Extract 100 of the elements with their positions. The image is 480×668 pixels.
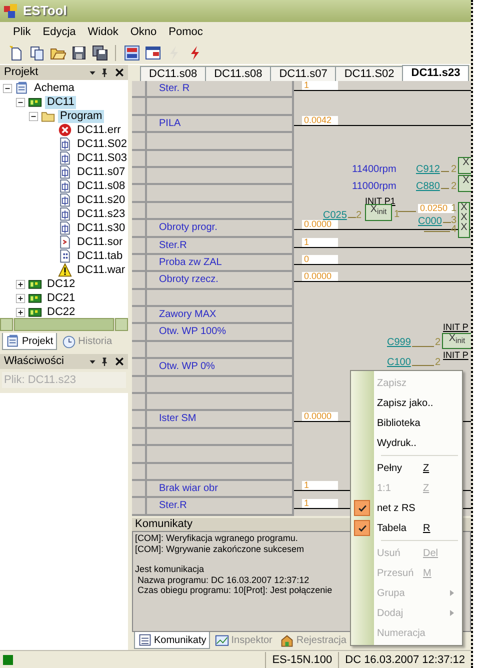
collapse-icon[interactable] xyxy=(3,84,12,92)
wire xyxy=(441,188,449,189)
value-box: 1 xyxy=(302,238,338,247)
controller-icon xyxy=(28,95,42,109)
signal-label: Ster.R xyxy=(158,238,187,253)
tree-item[interactable]: DC11.tab xyxy=(75,250,125,262)
message-line: Jest komunikacja xyxy=(135,564,204,574)
constant-label: C999 xyxy=(387,337,411,348)
collapse-icon[interactable] xyxy=(16,98,25,106)
menu-item[interactable]: net z RS xyxy=(351,498,462,518)
wire xyxy=(348,217,356,218)
menu-item[interactable]: Pomoc xyxy=(164,22,208,42)
list-icon xyxy=(138,633,152,647)
menu-item[interactable]: Wydruk.. xyxy=(351,433,462,453)
tree-item[interactable]: DC11.war xyxy=(75,264,128,276)
tree-item[interactable]: DC11.s08 xyxy=(75,180,128,192)
editor-tab[interactable]: DC11.s23 xyxy=(402,65,470,81)
new-document-icon[interactable] xyxy=(8,45,24,61)
value-box: 1 xyxy=(302,481,338,490)
pin-icon[interactable] xyxy=(100,68,109,77)
signal-label: Obroty rzecz. xyxy=(158,273,218,288)
rpm-label: 11400rpm xyxy=(352,164,396,175)
tree-item[interactable]: DC11.err xyxy=(75,124,123,136)
editor-tab[interactable]: DC11.s07 xyxy=(270,66,336,81)
value-box: 0 xyxy=(302,255,338,264)
menu-item[interactable]: Biblioteka xyxy=(351,413,462,433)
horizontal-scrollbar[interactable] xyxy=(0,318,128,331)
signal-label: Brak wiar obr xyxy=(158,482,218,496)
controller-icon xyxy=(28,277,42,291)
signal-label: Ister SM xyxy=(158,412,196,426)
message-line: [COM]: Weryfikacja wgranego programu. xyxy=(135,533,298,544)
value-box: 1 xyxy=(302,498,338,508)
tree-item[interactable]: DC11 xyxy=(45,96,76,108)
save-icon[interactable] xyxy=(70,45,86,61)
signal-label: Ster.R xyxy=(158,499,187,514)
tree-item[interactable]: DC11.s23 xyxy=(75,208,128,220)
pin-number: 2 xyxy=(356,210,362,221)
document-icon xyxy=(58,193,72,207)
tree-item[interactable]: DC22 xyxy=(45,306,78,318)
tree-item[interactable]: Program xyxy=(58,110,104,122)
expand-icon[interactable] xyxy=(16,308,25,316)
folder-icon xyxy=(41,109,55,123)
tree-item[interactable]: DC11.S03 xyxy=(75,152,128,164)
close-icon[interactable] xyxy=(115,357,124,366)
tree-item[interactable]: DC21 xyxy=(45,292,78,304)
menu-item[interactable]: Plik xyxy=(8,22,36,42)
function-block[interactable]: X X X xyxy=(458,202,470,238)
close-icon[interactable] xyxy=(115,68,124,77)
menu-item[interactable]: Widok xyxy=(82,22,124,42)
constant-label: C100 xyxy=(387,357,411,368)
tree-item[interactable]: DC12 xyxy=(45,278,78,290)
save-all-icon[interactable] xyxy=(92,45,108,61)
function-block[interactable]: X$_{init}$ xyxy=(365,204,392,221)
function-block[interactable]: X xyxy=(458,175,471,192)
function-block[interactable]: X$_{init}$ xyxy=(442,333,471,349)
panel-tab[interactable]: Projekt xyxy=(2,333,58,350)
expand-icon[interactable] xyxy=(16,280,25,288)
constant-label: C912 xyxy=(416,164,440,175)
constant-label: C025 xyxy=(323,210,347,221)
document-icon xyxy=(58,249,72,263)
check-icon xyxy=(358,504,366,512)
block-title: INIT P xyxy=(443,322,468,333)
warning-icon xyxy=(58,263,72,277)
tree-item[interactable]: DC11.sor xyxy=(75,236,125,248)
document-icon xyxy=(58,165,72,179)
window-title: ESTool xyxy=(23,2,67,20)
document-icon xyxy=(58,151,72,165)
tree-item[interactable]: DC11.s30 xyxy=(75,222,128,234)
app-icon xyxy=(3,3,19,19)
menu-item[interactable]: Okno xyxy=(125,22,162,42)
editor-tab[interactable]: DC11.s08 xyxy=(205,66,272,81)
editor-tab[interactable]: DC11.s08 xyxy=(140,66,206,81)
value-box: 0.0000 xyxy=(302,272,338,282)
tree-item[interactable]: Achema xyxy=(32,82,76,94)
copy-icon[interactable] xyxy=(28,45,44,61)
window-icon[interactable] xyxy=(144,45,160,61)
tree-item[interactable]: DC11.S02 xyxy=(75,138,128,150)
collapse-icon[interactable] xyxy=(29,112,38,120)
pin-number: 2 xyxy=(451,181,457,192)
tree-item[interactable]: DC11.s20 xyxy=(75,194,128,206)
menu-item[interactable]: Edycja xyxy=(38,22,81,42)
wire xyxy=(441,171,449,172)
editor-tab[interactable]: DC11.S02 xyxy=(335,66,404,81)
panel-tab[interactable]: Komunikaty xyxy=(134,632,210,649)
pin-icon[interactable] xyxy=(100,357,109,366)
expand-icon[interactable] xyxy=(16,294,25,302)
document-icon xyxy=(58,137,72,151)
document-icon xyxy=(58,235,72,249)
document-icon xyxy=(58,179,72,193)
document-icon xyxy=(58,207,72,221)
constant-label: C000 xyxy=(418,216,442,227)
tree-item[interactable]: DC11.s07 xyxy=(75,166,128,178)
menu-item[interactable]: Pełny Z xyxy=(351,458,462,478)
menu-item[interactable]: Zapisz jako.. xyxy=(351,393,462,413)
pin-number: 1 xyxy=(394,209,400,220)
value-box: 0.0000 xyxy=(302,412,338,421)
controller-icon xyxy=(28,291,42,305)
signal-label: Otw. WP 0% xyxy=(158,360,215,374)
function-block[interactable]: X xyxy=(458,157,471,174)
value-box: 1 xyxy=(302,81,338,90)
